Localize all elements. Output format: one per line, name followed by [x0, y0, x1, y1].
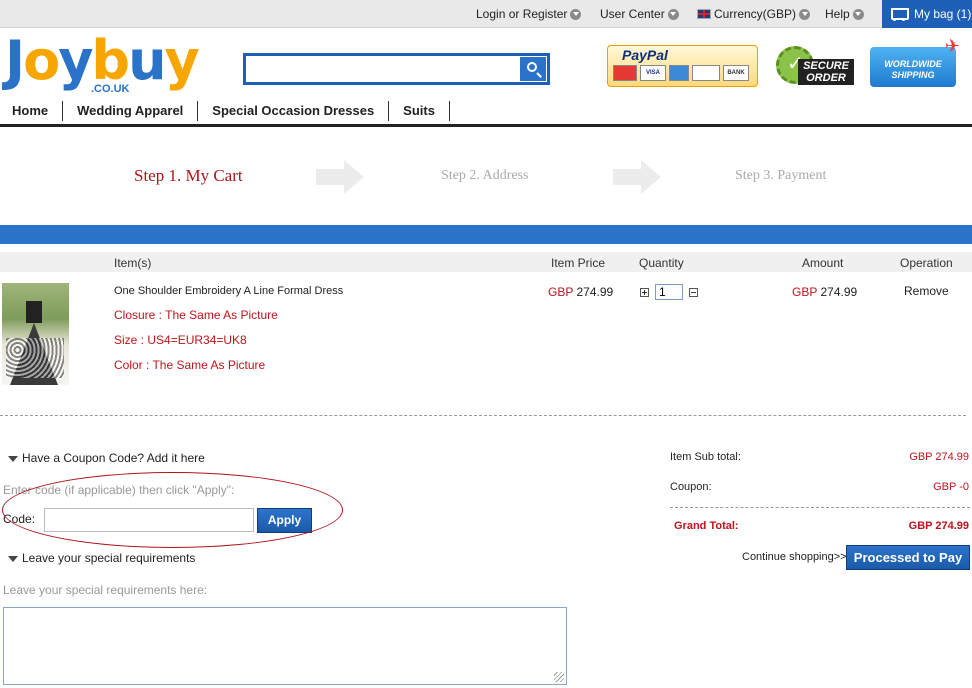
my-bag-button[interactable]: My bag (1)	[882, 0, 972, 28]
user-center-menu[interactable]: User Center	[600, 7, 679, 21]
coupon-code-label: Code:	[3, 512, 36, 526]
mastercard-icon	[613, 65, 637, 81]
coupon-code-input[interactable]	[44, 508, 254, 532]
logo-domain: .CO.UK	[91, 83, 130, 95]
visa-icon: VISA	[640, 65, 666, 81]
search-button[interactable]	[520, 57, 546, 81]
help-label: Help	[825, 7, 850, 21]
subtotal-value: GBP 274.99	[909, 451, 969, 463]
cart-divider-bar	[0, 225, 972, 244]
step-arrow-icon	[316, 160, 366, 194]
my-bag-label: My bag (1)	[914, 7, 972, 21]
login-register-label: Login or Register	[476, 7, 568, 21]
header-items: Item(s)	[114, 256, 152, 270]
processed-to-pay-button[interactable]: Processed to Pay	[846, 545, 970, 570]
continue-shopping-link[interactable]: Continue shopping>>	[742, 551, 847, 563]
coupon-hint: Enter code (if applicable) then click "A…	[3, 483, 235, 497]
bank-icon: BANK	[723, 65, 749, 81]
product-closure: Closure : The Same As Picture	[114, 308, 278, 322]
nav-item-suits[interactable]: Suits	[389, 101, 450, 121]
caret-down-icon	[8, 555, 18, 562]
item-amount-value: 274.99	[820, 285, 858, 299]
chevron-down-icon	[799, 8, 811, 20]
paypal-badge: PayPal VISA BANK	[607, 45, 758, 87]
decrease-quantity-button[interactable]	[689, 287, 698, 297]
search-input[interactable]	[248, 58, 518, 80]
step-arrow-icon	[613, 160, 663, 194]
increase-quantity-button[interactable]	[640, 287, 649, 297]
apply-coupon-button[interactable]: Apply	[257, 508, 312, 533]
product-color: Color : The Same As Picture	[114, 358, 266, 372]
item-price: GBP 274.99	[548, 285, 613, 299]
remove-item-button[interactable]: Remove	[904, 284, 949, 298]
step-address: Step 2. Address	[441, 168, 529, 183]
login-register-link[interactable]: Login or Register	[476, 7, 582, 21]
resize-grip-icon[interactable]	[554, 672, 564, 682]
header-operation: Operation	[900, 256, 953, 270]
coupon-total-label: Coupon:	[670, 481, 712, 493]
search-icon	[527, 62, 537, 72]
grand-total-value: GBP 274.99	[908, 520, 969, 532]
airplane-icon: ✈	[944, 36, 960, 56]
quantity-input[interactable]	[655, 284, 683, 300]
item-price-value: 274.99	[576, 285, 614, 299]
header-quantity: Quantity	[639, 256, 684, 270]
quantity-stepper	[640, 284, 698, 300]
discover-icon	[692, 65, 720, 81]
search-box	[243, 53, 550, 85]
paypal-logo: PayPal	[622, 47, 668, 63]
help-menu[interactable]: Help	[825, 7, 864, 21]
nav-item-wedding-apparel[interactable]: Wedding Apparel	[63, 101, 199, 121]
item-amount-currency: GBP	[792, 285, 818, 299]
chevron-down-icon	[667, 8, 679, 20]
coupon-toggle[interactable]: Have a Coupon Code? Add it here	[8, 451, 205, 465]
secure-order-label: SECURE ORDER	[798, 59, 854, 85]
coupon-total-value: GBP -0	[933, 481, 969, 493]
header-item-price: Item Price	[551, 256, 606, 270]
joybuy-logo[interactable]: Joybuy .CO.UK	[5, 29, 200, 99]
totals-divider	[670, 507, 970, 508]
top-bar: Login or Register User Center Currency(G…	[0, 0, 972, 28]
currency-label: Currency(GBP)	[714, 7, 797, 21]
requirements-textarea[interactable]	[3, 607, 567, 685]
grand-total-label: Grand Total:	[674, 520, 739, 532]
item-price-currency: GBP	[548, 285, 574, 299]
currency-menu[interactable]: Currency(GBP)	[697, 7, 811, 21]
subtotal-label: Item Sub total:	[670, 451, 741, 463]
nav-item-home[interactable]: Home	[0, 101, 64, 121]
worldwide-shipping-badge: ✈ WORLDWIDE SHIPPING	[870, 37, 960, 87]
requirements-toggle[interactable]: Leave your special requirements	[8, 551, 195, 565]
product-size: Size : US4=EUR34=UK8	[114, 333, 247, 347]
user-center-label: User Center	[600, 7, 665, 21]
logo-wordmark: Joybuy	[5, 29, 200, 92]
header-amount: Amount	[802, 256, 844, 270]
main-nav: Home Wedding Apparel Special Occasion Dr…	[0, 101, 972, 125]
step-my-cart: Step 1. My Cart	[134, 166, 243, 185]
nav-divider	[0, 124, 972, 127]
requirements-hint: Leave your special requirements here:	[3, 583, 208, 597]
uk-flag-icon	[697, 9, 711, 19]
product-name[interactable]: One Shoulder Embroidery A Line Formal Dr…	[114, 285, 343, 297]
amex-icon	[669, 65, 689, 81]
step-payment: Step 3. Payment	[735, 168, 827, 183]
nav-item-special-occasion-dresses[interactable]: Special Occasion Dresses	[198, 101, 390, 121]
product-image[interactable]	[2, 283, 69, 385]
item-amount: GBP 274.99	[792, 285, 857, 299]
secure-order-badge: SECURE ORDER	[776, 44, 854, 88]
section-divider	[0, 415, 966, 416]
chevron-down-icon	[852, 8, 864, 20]
caret-down-icon	[8, 455, 18, 462]
worldwide-shipping-label: WORLDWIDE SHIPPING	[884, 59, 942, 80]
shopping-cart-icon	[888, 7, 909, 21]
cart-table-header: Item(s) Item Price Quantity Amount Opera…	[0, 252, 972, 272]
chevron-down-icon	[570, 8, 582, 20]
coupon-heading: Have a Coupon Code? Add it here	[22, 451, 205, 465]
requirements-heading: Leave your special requirements	[22, 551, 196, 565]
payment-cards: VISA BANK	[613, 65, 749, 81]
